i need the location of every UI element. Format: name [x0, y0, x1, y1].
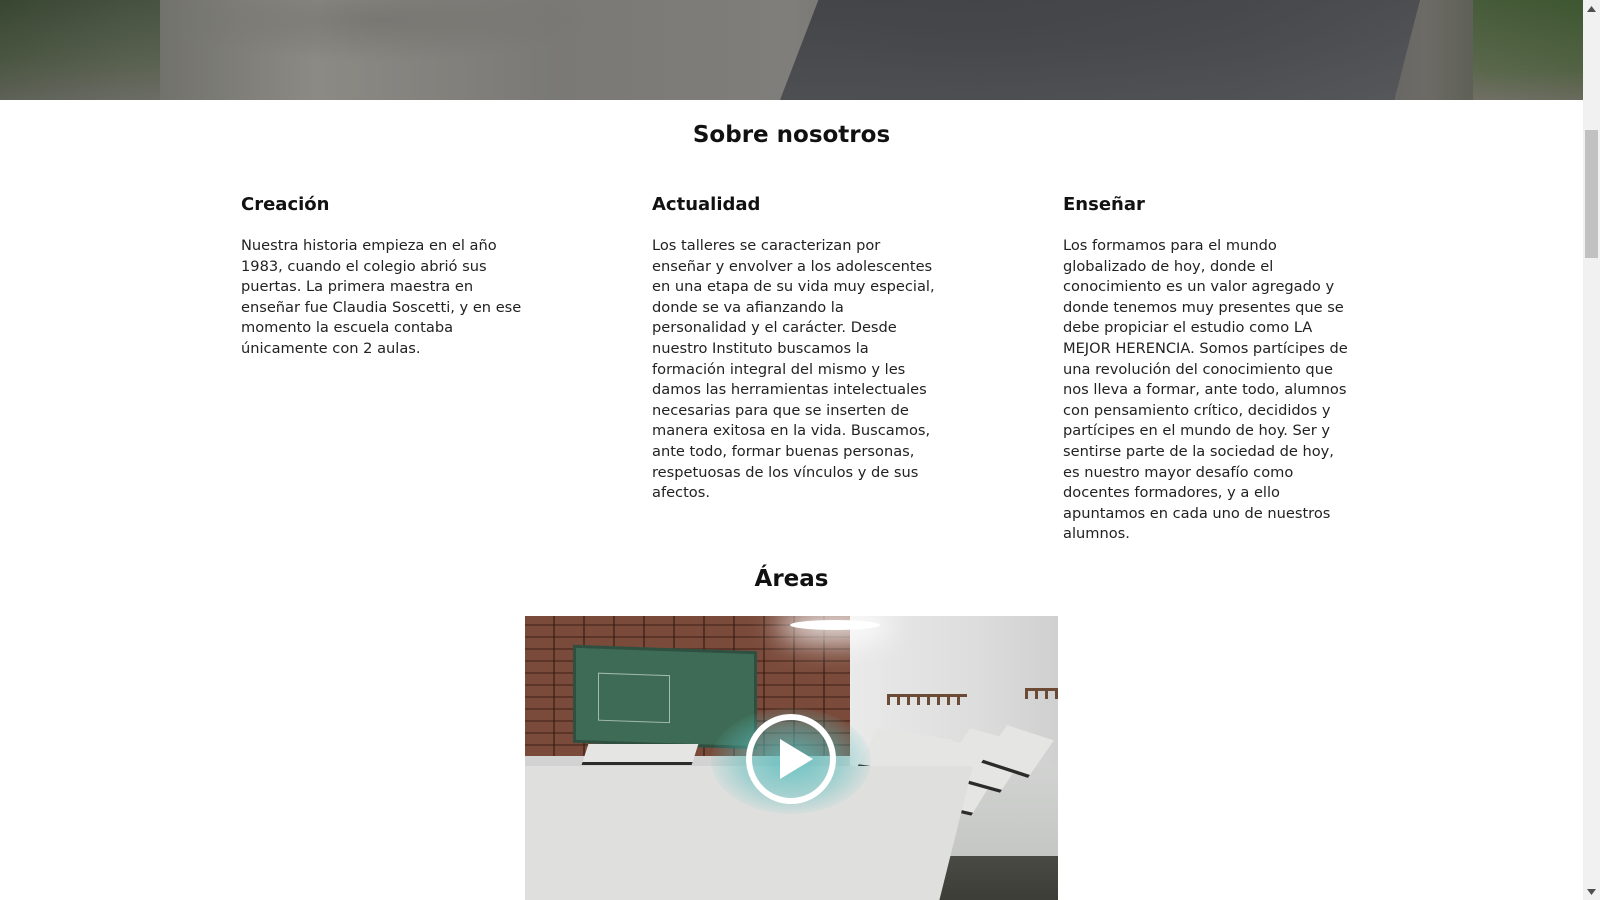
areas-video[interactable]	[525, 616, 1058, 900]
about-column-creacion: Creación Nuestra historia empieza en el …	[241, 193, 531, 360]
video-thumbnail-light	[790, 620, 880, 630]
about-column-actualidad: Actualidad Los talleres se caracterizan …	[652, 193, 942, 504]
column-heading: Enseñar	[1063, 194, 1145, 215]
scroll-down-arrow-icon[interactable]	[1583, 883, 1600, 900]
video-thumbnail-desk	[581, 744, 699, 765]
column-text: Los talleres se caracterizan por enseñar…	[652, 237, 935, 502]
play-button[interactable]	[745, 713, 837, 805]
play-icon	[746, 714, 836, 804]
page: Sobre nosotros Creación Nuestra historia…	[0, 0, 1583, 900]
scrollbar-thumb[interactable]	[1585, 130, 1598, 258]
column-heading: Actualidad	[652, 194, 761, 215]
video-thumbnail-hooks	[1025, 688, 1058, 699]
column-heading: Creación	[241, 194, 330, 215]
video-thumbnail-hooks	[887, 694, 967, 705]
column-text: Los formamos para el mundo globalizado d…	[1063, 237, 1348, 543]
column-text: Nuestra historia empieza en el año 1983,…	[241, 237, 522, 357]
areas-section-title: Áreas	[754, 566, 829, 592]
about-section-title: Sobre nosotros	[692, 122, 891, 148]
page-scrollbar[interactable]	[1583, 0, 1600, 900]
scroll-up-arrow-icon[interactable]	[1583, 0, 1600, 17]
about-column-ensenar: Enseñar Los formamos para el mundo globa…	[1063, 193, 1353, 545]
hero-road-shape	[780, 0, 1420, 100]
hero-image	[0, 0, 1583, 100]
